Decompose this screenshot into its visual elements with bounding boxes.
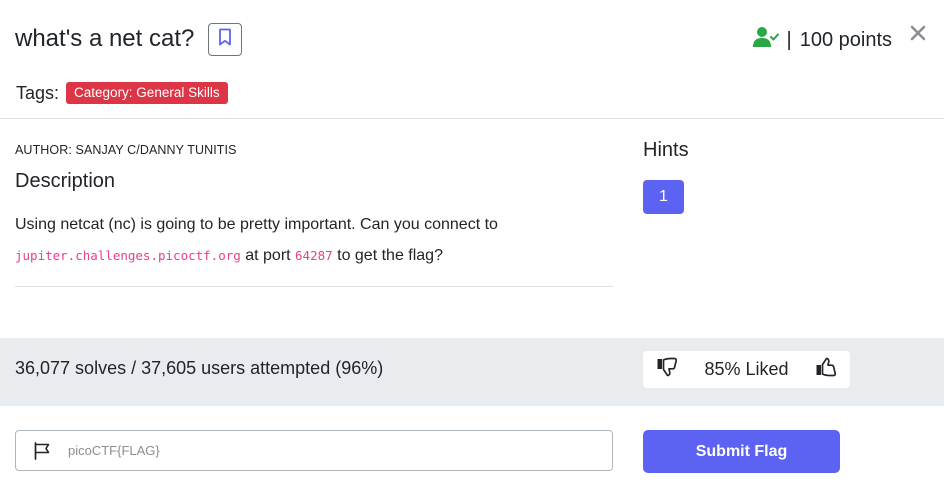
- header-divider: [0, 118, 944, 119]
- points-separator: |: [786, 28, 792, 51]
- flag-input-wrapper: [15, 430, 613, 471]
- challenge-host: jupiter.challenges.picoctf.org: [15, 248, 241, 263]
- author-line: AUTHOR: SANJAY C/DANNY TUNITIS: [15, 143, 237, 157]
- challenge-title: what's a net cat?: [15, 25, 195, 52]
- description-text-part-2: at port: [240, 247, 296, 264]
- likes-box: 85% Liked: [643, 351, 850, 388]
- like-button[interactable]: [814, 357, 838, 382]
- description-text-part-1: Using netcat (nc) is going to be pretty …: [15, 216, 498, 233]
- thumbs-up-icon: [815, 357, 837, 382]
- category-tag[interactable]: Category: General Skills: [66, 82, 228, 104]
- solves-count: 36,077 solves / 37,605 users attempted (…: [15, 358, 384, 378]
- description-text-part-3: to get the flag?: [332, 247, 443, 264]
- thumbs-down-icon: [656, 357, 678, 382]
- submit-flag-button[interactable]: Submit Flag: [643, 430, 840, 473]
- likes-percent: 85% Liked: [704, 359, 789, 379]
- description-text: Using netcat (nc) is going to be pretty …: [15, 209, 615, 271]
- user-check-icon: [752, 26, 779, 54]
- description-divider: [15, 286, 613, 287]
- tags-row: Tags: Category: General Skills: [16, 82, 228, 104]
- flag-input[interactable]: [68, 443, 568, 458]
- description-heading: Description: [15, 170, 116, 192]
- dislike-button[interactable]: [655, 357, 679, 382]
- close-button[interactable]: [908, 22, 928, 48]
- challenge-port: 64287: [295, 248, 333, 263]
- points-indicator: | 100 points: [752, 26, 892, 54]
- flag-icon: [16, 441, 68, 460]
- hint-button-1[interactable]: 1: [643, 180, 684, 214]
- tags-label: Tags:: [16, 82, 60, 103]
- hints-heading: Hints: [643, 139, 689, 161]
- bookmark-icon: [218, 28, 232, 51]
- bookmark-button[interactable]: [208, 23, 242, 56]
- points-value: 100 points: [799, 28, 892, 51]
- close-icon: [910, 25, 926, 46]
